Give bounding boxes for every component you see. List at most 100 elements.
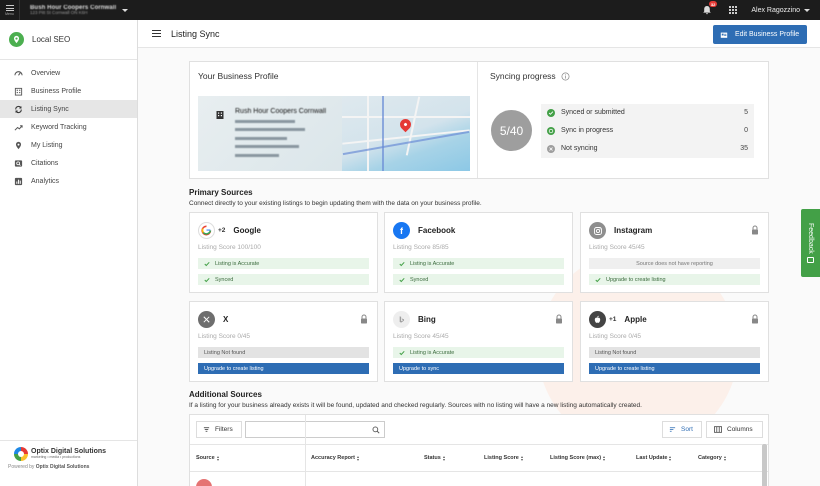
filters-button[interactable]: Filters: [196, 421, 242, 438]
sync-row-not-syncing: Not syncing 35: [541, 140, 754, 158]
source-card-apple[interactable]: +1 Apple Listing Score 0/45 Listing Not …: [580, 301, 769, 382]
sync-count: 5: [744, 109, 748, 117]
sidebar-item-my-listing[interactable]: My Listing: [0, 136, 137, 154]
sidebar-item-citations[interactable]: Citations: [0, 154, 137, 172]
chevron-down-icon[interactable]: [804, 8, 810, 12]
app-menu-button[interactable]: Menu: [0, 0, 20, 20]
sidebar-item-label: Listing Sync: [31, 105, 69, 113]
search-field[interactable]: [245, 421, 385, 438]
sidebar-footer: Optix Digital Solutions marketing • medi…: [0, 440, 137, 486]
column-header-category[interactable]: Category: [698, 455, 728, 461]
upgrade-to-create-listing-button[interactable]: Upgrade to create listing: [589, 274, 760, 285]
sort-arrows-icon: [723, 455, 728, 461]
column-header-source[interactable]: Source: [196, 455, 221, 461]
column-header-listing-score[interactable]: Listing Score: [484, 455, 525, 461]
building-icon: [14, 87, 23, 96]
upgrade-to-sync-button[interactable]: Upgrade to sync: [393, 363, 564, 374]
check-circle-icon: [547, 108, 555, 117]
sync-row-synced: Synced or submitted 5: [541, 104, 754, 122]
column-header-listing-score-max[interactable]: Listing Score (max): [550, 455, 607, 461]
table-header-row: Source Accuracy Report Status Listing Sc…: [190, 444, 768, 472]
map-pin-icon: [15, 141, 22, 149]
source-name: Bing: [418, 315, 436, 324]
source-card-x[interactable]: X Listing Score 0/45 Listing Not found U…: [189, 301, 378, 382]
source-card-instagram[interactable]: Instagram Listing Score 45/45 Source doe…: [580, 212, 769, 293]
source-name: Google: [233, 226, 261, 235]
columns-button[interactable]: Columns: [706, 421, 763, 438]
apps-grid-icon[interactable]: [729, 6, 738, 14]
search-icon[interactable]: [372, 426, 380, 434]
status-bar-accurate: Listing is Accurate: [198, 258, 369, 269]
source-extra-count: +1: [609, 316, 617, 323]
sort-arrows-icon: [603, 455, 607, 461]
status-bar-synced: Synced: [393, 274, 564, 285]
notifications-button[interactable]: 32: [702, 1, 718, 15]
edit-business-profile-button[interactable]: Edit Business Profile: [713, 25, 807, 44]
source-card-facebook[interactable]: f Facebook Listing Score 85/85 Listing i…: [384, 212, 573, 293]
listing-score: Listing Score 45/45: [589, 244, 645, 251]
business-profile-panel: Your Business Profile Rush Hour Coopers …: [190, 62, 478, 178]
upgrade-to-create-listing-button[interactable]: Upgrade to create listing: [198, 363, 369, 374]
sidebar-item-overview[interactable]: Overview: [0, 64, 137, 82]
additional-sources-description: If a listing for your business already e…: [189, 402, 642, 409]
sync-row-in-progress: Sync in progress 0: [541, 122, 754, 140]
speedometer-icon: [14, 70, 23, 76]
status-bar-not-found: Listing Not found: [589, 347, 760, 358]
sidebar-item-label: Overview: [31, 69, 61, 77]
company-tagline: marketing • media • productions: [31, 454, 81, 459]
scrollbar-thumb[interactable]: [762, 444, 767, 486]
check-icon: [204, 261, 210, 266]
sidebar-item-listing-sync[interactable]: Listing Sync: [0, 100, 137, 118]
business-switcher[interactable]: Bush Hour Coopers Cornwall 123 Pitt St C…: [30, 5, 129, 16]
status-bar-synced: Synced: [198, 274, 369, 285]
sync-count: 35: [740, 145, 748, 153]
sync-status-list: Synced or submitted 5 Sync in progress 0…: [541, 104, 754, 158]
info-icon[interactable]: [561, 72, 570, 81]
column-header-accuracy-report[interactable]: Accuracy Report: [311, 455, 361, 461]
upgrade-to-create-listing-button[interactable]: Upgrade to create listing: [589, 363, 760, 374]
column-header-last-update[interactable]: Last Update: [636, 455, 673, 461]
instagram-icon: [589, 222, 606, 239]
syncing-progress-panel: Syncing progress 5/40 Synced or submitte…: [479, 62, 769, 178]
syncing-progress-title: Syncing progress: [490, 71, 570, 81]
sort-button[interactable]: Sort: [662, 421, 702, 438]
hamburger-icon[interactable]: [152, 30, 161, 37]
blurred-address-line: [235, 154, 279, 157]
sidebar-item-keyword-tracking[interactable]: Keyword Tracking: [0, 118, 137, 136]
menu-label: Menu: [5, 11, 14, 16]
check-icon: [595, 277, 601, 282]
main-content: Listing Sync Edit Business Profile Your …: [138, 20, 820, 486]
x-circle-icon: [547, 144, 555, 153]
column-divider: [305, 415, 306, 486]
sync-icon: [15, 105, 22, 113]
menu-icon: [5, 4, 14, 11]
business-profile-title: Your Business Profile: [198, 71, 279, 81]
google-icon: [198, 222, 215, 239]
building-icon: [216, 111, 224, 119]
search-input[interactable]: [246, 422, 366, 437]
x-logo-icon: [198, 311, 215, 328]
top-bar: Menu Bush Hour Coopers Cornwall 123 Pitt…: [0, 0, 820, 20]
column-header-status[interactable]: Status: [424, 455, 447, 461]
business-map-preview[interactable]: Rush Hour Coopers Cornwall: [198, 96, 470, 171]
facebook-icon: f: [393, 222, 410, 239]
check-icon: [399, 277, 405, 282]
primary-sources-title: Primary Sources: [189, 188, 253, 197]
sidebar-item-business-profile[interactable]: Business Profile: [0, 82, 137, 100]
source-name: Facebook: [418, 226, 456, 235]
feedback-tab[interactable]: Feedback: [801, 209, 820, 277]
sort-arrows-icon: [357, 455, 361, 461]
source-card-bing[interactable]: Bing Listing Score 45/45 Listing is Accu…: [384, 301, 573, 382]
table-scrollbar[interactable]: [762, 444, 767, 486]
powered-by: Powered by Optix Digital Solutions: [8, 464, 90, 470]
chat-icon: [807, 257, 814, 264]
sidebar-item-analytics[interactable]: Analytics: [0, 172, 137, 190]
blurred-address-line: [235, 128, 305, 131]
source-card-google[interactable]: +2 Google Listing Score 100/100 Listing …: [189, 212, 378, 293]
status-bar-no-reporting: Source does not have reporting: [589, 258, 760, 269]
user-menu[interactable]: Alex Ragozzino: [751, 7, 800, 14]
check-icon: [204, 277, 210, 282]
source-name: Apple: [624, 315, 647, 324]
sync-circle-icon: [547, 126, 555, 135]
sidebar-item-label: Business Profile: [31, 87, 82, 95]
